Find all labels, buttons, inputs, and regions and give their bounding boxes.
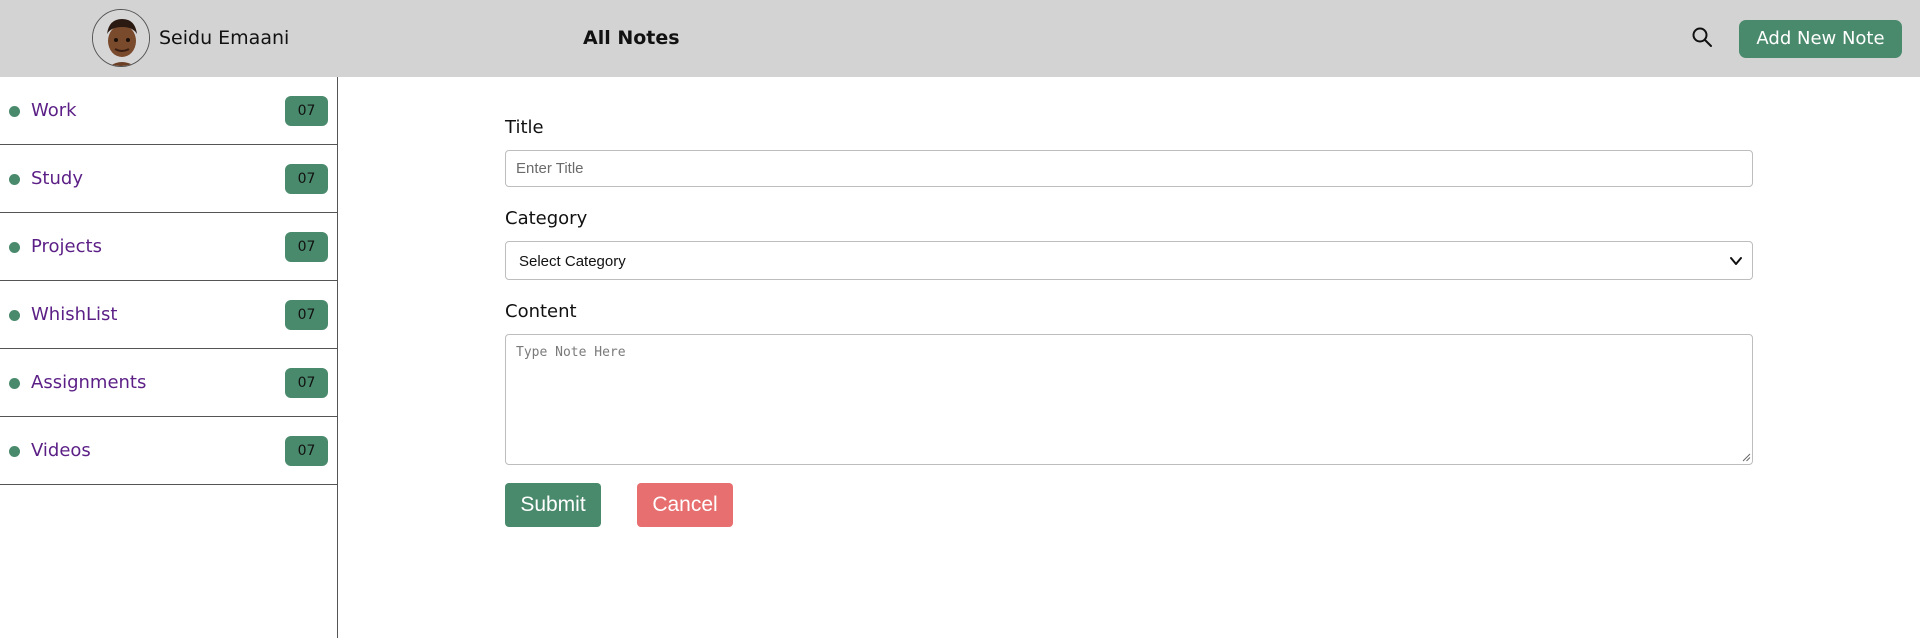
avatar[interactable] [92, 9, 150, 67]
resize-handle-icon[interactable] [1742, 453, 1751, 462]
category-selected-value: Select Category [519, 253, 626, 270]
sidebar-item-label: Projects [31, 236, 102, 257]
category-select[interactable]: Select Category [505, 241, 1753, 280]
category-sidebar: Work 07 Study 07 Projects 07 WhishList 0… [0, 77, 338, 638]
count-badge: 07 [285, 436, 328, 466]
sidebar-item-label: Study [31, 168, 83, 189]
avatar-image [93, 10, 149, 66]
sidebar-item-videos[interactable]: Videos 07 [0, 417, 337, 485]
sidebar-item-whishlist[interactable]: WhishList 07 [0, 281, 337, 349]
bullet-dot-icon [9, 310, 20, 321]
chevron-down-icon [1730, 257, 1742, 265]
sidebar-item-work[interactable]: Work 07 [0, 77, 337, 145]
bullet-dot-icon [9, 446, 20, 457]
bullet-dot-icon [9, 106, 20, 117]
content-textarea[interactable] [505, 334, 1753, 465]
title-label: Title [505, 117, 544, 138]
sidebar-item-label: Videos [31, 440, 91, 461]
add-new-note-button[interactable]: Add New Note [1739, 20, 1902, 58]
category-label: Category [505, 208, 588, 229]
bullet-dot-icon [9, 242, 20, 253]
sidebar-item-projects[interactable]: Projects 07 [0, 213, 337, 281]
count-badge: 07 [285, 96, 328, 126]
count-badge: 07 [285, 300, 328, 330]
sidebar-item-study[interactable]: Study 07 [0, 145, 337, 213]
bullet-dot-icon [9, 378, 20, 389]
page-title: All Notes [583, 27, 680, 49]
content-label: Content [505, 301, 577, 322]
title-input[interactable] [505, 150, 1753, 187]
top-bar: Seidu Emaani All Notes Add New Note [0, 0, 1920, 77]
sidebar-item-label: Assignments [31, 372, 147, 393]
sidebar-item-label: WhishList [31, 304, 118, 325]
bullet-dot-icon [9, 174, 20, 185]
sidebar-item-label: Work [31, 100, 77, 121]
search-icon[interactable] [1691, 26, 1713, 48]
sidebar-item-assignments[interactable]: Assignments 07 [0, 349, 337, 417]
user-name: Seidu Emaani [159, 27, 290, 49]
count-badge: 07 [285, 368, 328, 398]
count-badge: 07 [285, 164, 328, 194]
submit-button[interactable]: Submit [505, 483, 601, 527]
count-badge: 07 [285, 232, 328, 262]
cancel-button[interactable]: Cancel [637, 483, 733, 527]
